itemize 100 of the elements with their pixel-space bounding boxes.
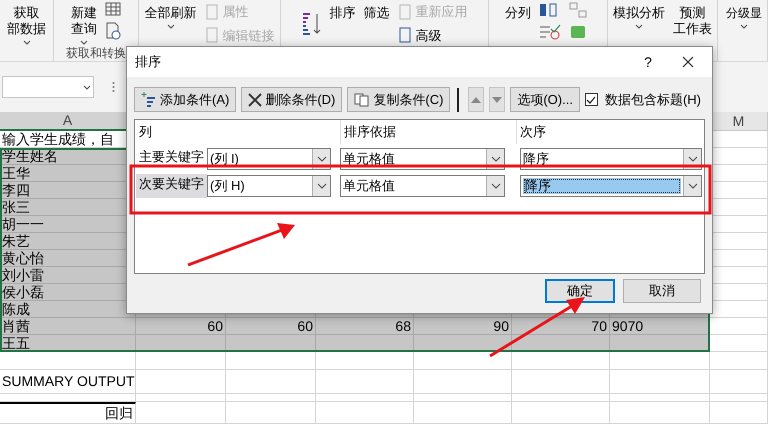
table-cell[interactable] [136,394,226,402]
ribbon-button[interactable]: 获取 部数据 [7,0,46,45]
move-up-button[interactable] [468,87,484,112]
ribbon-button[interactable]: 分级显 [726,0,762,29]
table-cell[interactable] [136,402,226,424]
table-cell[interactable] [710,335,768,352]
table-cell[interactable]: 肖茜 [0,318,136,335]
table-cell[interactable] [710,352,768,370]
sort-icon [302,12,322,36]
grid-icon [105,2,121,16]
delete-condition-button[interactable]: 删除条件(D) [241,87,342,112]
level-label[interactable]: 次要关键字 [136,174,207,198]
document-icon [105,22,121,40]
table-cell[interactable] [710,402,768,424]
copy-icon [354,92,370,106]
cancel-button[interactable]: 取消 [623,279,701,303]
column-dropdown[interactable]: (列 H) [207,175,331,197]
table-cell[interactable] [226,370,316,394]
table-cell[interactable] [0,394,136,402]
down-triangle-icon [492,96,502,102]
ok-button[interactable]: 确定 [545,279,615,303]
caret-icon [490,156,500,162]
copy-condition-button[interactable]: 复制条件(C) [347,87,450,112]
ribbon-button[interactable]: 分列 [505,0,531,21]
table-cell[interactable] [512,402,610,424]
table-cell[interactable] [316,352,414,370]
table-cell[interactable] [710,182,768,199]
table-cell[interactable]: 9070 [610,318,710,335]
table-cell[interactable]: 回归 [0,402,136,424]
sort-on-dropdown[interactable]: 单元格值 [340,175,505,197]
document-icon [398,4,412,20]
caret-icon [83,84,91,90]
dialog-title: 排序 [135,53,161,72]
close-icon [248,92,262,106]
table-cell[interactable] [710,233,768,250]
document-icon [204,27,218,44]
table-cell[interactable]: 90 [414,318,512,335]
table-cell[interactable] [710,284,768,301]
group-label: 获取和转换 [66,46,126,60]
table-cell[interactable] [610,352,710,370]
options-button[interactable]: 选项(O)... [510,87,580,112]
ribbon-button[interactable]: 预测 工作表 [673,0,712,37]
ribbon-button[interactable]: 排序 [330,0,356,21]
column-heading: 列 [139,123,152,142]
column-heading: 次序 [520,123,546,142]
add-condition-button[interactable]: 添加条件(A) [134,87,236,112]
table-cell[interactable] [316,402,414,424]
table-cell[interactable] [710,199,768,216]
checkbox[interactable] [584,93,598,106]
table-cell[interactable] [710,148,768,165]
sort-icon [141,92,157,108]
caret-icon [688,183,698,189]
ribbon-button[interactable]: 高级 [398,26,468,45]
table-cell[interactable] [136,352,226,370]
checkbox-label: 数据包含标题(H) [604,90,701,109]
table-cell[interactable] [512,370,610,394]
table-cell[interactable] [710,165,768,182]
table-cell[interactable] [610,394,710,402]
ribbon-button[interactable]: 模拟分析 [613,0,665,29]
table-cell[interactable]: 陈成 [0,301,136,318]
table-cell[interactable]: 60 [226,318,316,335]
table-cell[interactable] [610,370,710,394]
caret-icon [490,183,500,189]
validation-icon [539,24,561,40]
table-cell[interactable] [414,352,512,370]
table-cell[interactable] [0,352,136,370]
table-cell[interactable] [710,131,768,148]
table-cell[interactable] [710,394,768,402]
ribbon-button[interactable]: 筛选 [364,0,390,21]
table-cell[interactable] [226,352,316,370]
table-cell[interactable] [316,394,414,402]
column-header[interactable]: M [710,112,768,131]
name-box[interactable] [2,76,94,98]
table-cell[interactable] [710,318,768,335]
table-cell[interactable] [414,394,512,402]
table-cell[interactable] [710,267,768,284]
table-cell[interactable] [710,216,768,233]
table-cell[interactable]: 60 [136,318,226,335]
order-dropdown[interactable]: 降序 [520,175,702,197]
table-cell[interactable] [512,394,610,402]
table-cell[interactable] [414,370,512,394]
table-cell[interactable]: 70 [512,318,610,335]
table-cell[interactable] [512,352,610,370]
table-cell[interactable] [226,394,316,402]
table-cell[interactable] [710,370,768,394]
ribbon-button[interactable]: 新建 查询 [71,0,97,45]
table-cell[interactable] [136,370,226,394]
table-cell[interactable]: SUMMARY OUTPUT [0,370,136,394]
table-cell[interactable] [414,402,512,424]
dots-icon [112,81,115,93]
table-cell[interactable]: 68 [316,318,414,335]
table-cell[interactable] [710,301,768,318]
help-button[interactable]: ? [628,48,668,76]
table-cell[interactable] [316,370,414,394]
table-cell[interactable] [710,250,768,267]
ribbon-button[interactable]: 全部刷新 [144,0,196,29]
table-cell[interactable] [226,402,316,424]
table-cell[interactable] [610,402,710,424]
caret-icon [316,183,326,189]
move-down-button[interactable] [489,87,506,112]
